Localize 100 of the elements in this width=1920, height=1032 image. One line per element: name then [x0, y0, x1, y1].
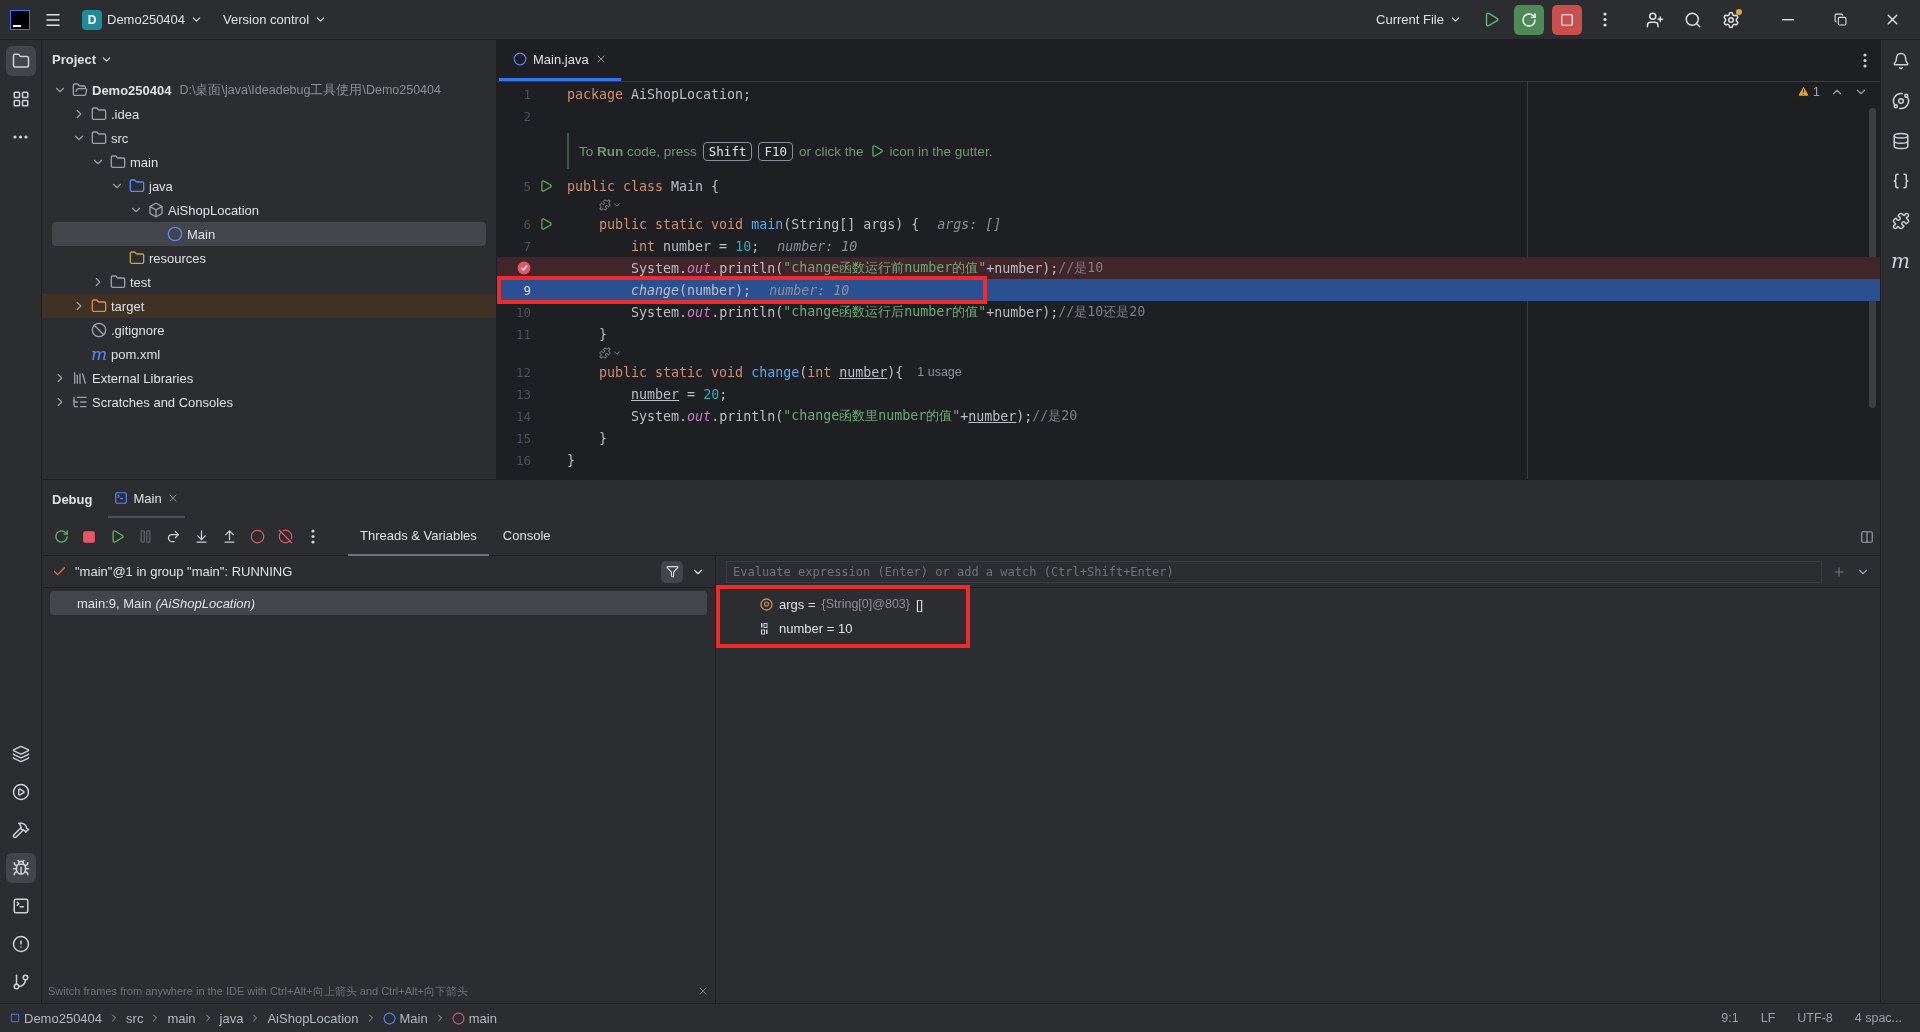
user-plus-icon — [1646, 10, 1664, 29]
evaluate-field[interactable]: Evaluate expression (Enter) or add a watch (Ctrl+Shift+Enter) — [726, 560, 1822, 583]
alert-icon — [11, 935, 30, 953]
bug-icon — [11, 859, 30, 877]
method-icon — [451, 1011, 465, 1025]
breakpoint-icon[interactable] — [517, 261, 531, 275]
stop-button[interactable] — [1552, 4, 1582, 35]
variable-row[interactable]: number = 10 — [746, 616, 1880, 640]
puzzle-icon — [599, 199, 611, 211]
debug-tab[interactable]: Threads & Variables — [348, 517, 489, 556]
more-icon — [13, 135, 28, 139]
minimize-icon — [1782, 18, 1794, 21]
folder-icon — [91, 298, 107, 314]
tree-item[interactable]: src — [42, 126, 496, 150]
editor-tab[interactable]: Main.java — [499, 40, 621, 81]
tree-item[interactable]: External Libraries — [42, 366, 496, 390]
notification-dot — [1736, 8, 1742, 15]
run-icon[interactable] — [539, 179, 553, 193]
run-icon[interactable] — [539, 217, 553, 231]
tree-item[interactable]: target — [42, 294, 496, 318]
debug-button[interactable] — [1514, 4, 1544, 35]
puzzle-icon — [1891, 212, 1910, 230]
stop-icon — [82, 529, 96, 544]
database-icon — [1891, 132, 1910, 150]
code-line: System.out.println("change函数里number的值"+number);//是20 — [630, 407, 1078, 425]
run-config-selector[interactable]: Current File — [1370, 8, 1468, 31]
breakpoints-icon — [249, 529, 265, 544]
vcs-menu[interactable]: Version control — [217, 8, 334, 31]
key-cap: F10 — [758, 141, 794, 161]
tree-item[interactable]: m pom.xml — [42, 342, 496, 366]
tree-item[interactable]: java — [42, 174, 496, 198]
tree-item[interactable]: .gitignore — [42, 318, 496, 342]
breadcrumb[interactable]: src — [126, 1010, 144, 1026]
code-lens-button[interactable] — [599, 199, 622, 211]
tip-text: Switch frames from anywhere in the IDE with Ctrl+Alt+向上箭头 and Ctrl+Alt+向下箭头 — [48, 983, 468, 999]
ignore-icon — [91, 322, 107, 338]
maven-tool-button[interactable]: m — [1885, 246, 1916, 276]
code-lens-button[interactable] — [599, 347, 622, 359]
maven-icon: m — [91, 345, 107, 363]
step-over-icon — [165, 529, 181, 544]
orbit-icon — [1891, 92, 1910, 110]
code-line: public static void change(int number){ 1 usage — [598, 364, 962, 380]
status-item[interactable]: 4 spac... — [1846, 1011, 1910, 1025]
window-icon — [114, 491, 129, 505]
module-folder-icon — [72, 82, 88, 98]
rerun-icon — [1521, 11, 1537, 28]
status-item[interactable]: 9:1 — [1713, 1011, 1747, 1025]
layout-icon[interactable] — [1860, 529, 1874, 544]
line-number: 9 — [522, 282, 531, 298]
class-icon — [382, 1011, 396, 1025]
bug-tool-button[interactable] — [5, 853, 36, 883]
folder-tool-button[interactable] — [5, 46, 36, 76]
status-item[interactable]: LF — [1752, 1011, 1784, 1025]
warning-count[interactable]: 1 — [1796, 84, 1820, 99]
debug-tab[interactable]: Console — [490, 517, 563, 556]
tree-item[interactable]: resources — [42, 246, 496, 270]
project-path: D:\桌面\java\Ideadebug工具使用\Demo250404 — [179, 81, 441, 99]
project-panel-title[interactable]: Project — [52, 51, 114, 67]
run-hint: To Run code, press Shift F10 or click the icon in the gutter. — [567, 133, 993, 169]
grid-icon — [11, 90, 30, 108]
tree-item[interactable]: Scratches and Consoles — [42, 390, 496, 414]
stack-frame[interactable]: main:9, Main (AiShopLocation) — [50, 591, 707, 615]
braces-icon — [1891, 172, 1910, 190]
breadcrumb[interactable]: java — [219, 1010, 244, 1026]
thread-selector[interactable]: "main"@1 in group "main": RUNNING — [75, 564, 293, 579]
session-tab[interactable]: Main — [108, 480, 185, 518]
tree-item[interactable]: test — [42, 270, 496, 294]
class-icon — [513, 52, 527, 66]
settings-icon — [1722, 10, 1740, 29]
puzzle-icon — [599, 347, 611, 359]
breadcrumb[interactable]: Main — [382, 1010, 428, 1026]
filter-button[interactable] — [661, 560, 683, 583]
app-logo[interactable] — [10, 9, 30, 30]
tree-item[interactable]: Main — [52, 222, 486, 246]
breadcrumb[interactable]: main — [451, 1010, 497, 1026]
stop-icon — [1560, 12, 1574, 27]
tree-item[interactable]: Demo250404 D:\桌面\java\Ideadebug工具使用\Demo250404 — [42, 78, 496, 102]
status-item[interactable]: UTF-8 — [1789, 1011, 1841, 1025]
pause-icon — [137, 529, 153, 544]
key-cap: Shift — [702, 141, 753, 161]
breadcrumb[interactable]: main — [167, 1010, 196, 1026]
chevron-down-icon — [612, 200, 622, 210]
code-line: } — [598, 326, 608, 342]
project-switcher[interactable]: D Demo250404 — [76, 5, 210, 34]
resume-icon — [109, 529, 125, 544]
more-icon — [1603, 12, 1607, 27]
close-icon[interactable] — [697, 985, 709, 997]
code-line: number = 20; — [630, 386, 728, 402]
code-line: System.out.println("change函数运行前number的值"+number);//是10 — [630, 259, 1104, 277]
breadcrumb[interactable]: Demo250404 — [10, 1010, 103, 1026]
code-line: } — [598, 430, 608, 446]
tree-item[interactable]: AiShopLocation — [42, 198, 496, 222]
tree-item[interactable]: .idea — [42, 102, 496, 126]
variable-row[interactable]: args = {String[0]@803} [] — [746, 592, 1880, 616]
breadcrumb[interactable]: AiShopLocation — [267, 1010, 359, 1026]
hammer-icon — [11, 821, 30, 839]
list-icon — [72, 394, 88, 410]
code-line: int number = 10; number: 10 — [630, 238, 858, 254]
search-icon — [1684, 10, 1702, 29]
tree-item[interactable]: main — [42, 150, 496, 174]
